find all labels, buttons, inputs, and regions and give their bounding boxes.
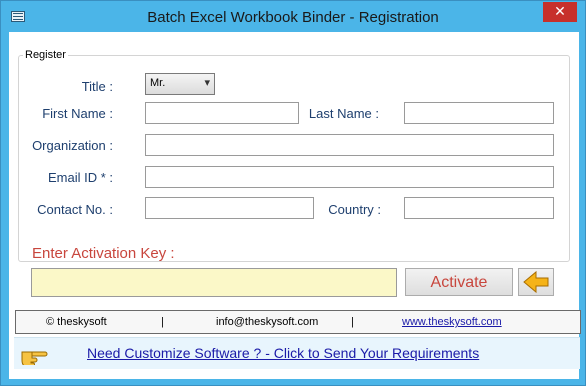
close-button[interactable]: ✕: [543, 2, 577, 22]
pointing-hand-icon: [21, 351, 48, 365]
last-name-label: Last Name :: [308, 106, 379, 121]
requirements-bar: Need Customize Software ? - Click to Sen…: [14, 337, 580, 369]
footer-info-bar: © theskysoft | info@theskysoft.com | www…: [15, 310, 581, 334]
send-requirements-link[interactable]: Need Customize Software ? - Click to Sen…: [87, 345, 479, 361]
copyright-text: © theskysoft: [46, 316, 107, 328]
contact-input[interactable]: [145, 197, 314, 219]
support-email: info@theskysoft.com: [216, 316, 319, 328]
title-label: Title :: [81, 79, 113, 94]
title-select[interactable]: Mr. ▾: [145, 73, 215, 95]
registration-window: Batch Excel Workbook Binder - Registrati…: [0, 0, 586, 386]
organization-input[interactable]: [145, 134, 554, 156]
client-area: Register Title : Mr. ▾ First Name : Last…: [9, 32, 581, 379]
organization-label: Organization :: [32, 138, 113, 153]
register-legend: Register: [23, 49, 68, 61]
first-name-input[interactable]: [145, 102, 299, 124]
title-select-value: Mr.: [150, 77, 166, 89]
email-label: Email ID * :: [47, 170, 113, 185]
arrow-left-icon: [523, 270, 549, 294]
email-input[interactable]: [145, 166, 554, 188]
activation-key-label: Enter Activation Key :: [32, 245, 175, 262]
country-input[interactable]: [404, 197, 554, 219]
country-label: Country :: [328, 202, 381, 217]
last-name-input[interactable]: [404, 102, 554, 124]
activation-key-input[interactable]: [31, 268, 397, 297]
chevron-down-icon: ▾: [204, 77, 210, 89]
title-bar: Batch Excel Workbook Binder - Registrati…: [1, 1, 585, 31]
window-title: Batch Excel Workbook Binder - Registrati…: [147, 9, 439, 26]
back-button[interactable]: [518, 268, 554, 296]
website-link[interactable]: www.theskysoft.com: [402, 316, 502, 328]
contact-label: Contact No. :: [37, 202, 113, 217]
activate-button[interactable]: Activate: [405, 268, 513, 296]
footer-separator: |: [161, 316, 164, 328]
first-name-label: First Name :: [42, 106, 113, 121]
footer-separator: |: [351, 316, 354, 328]
